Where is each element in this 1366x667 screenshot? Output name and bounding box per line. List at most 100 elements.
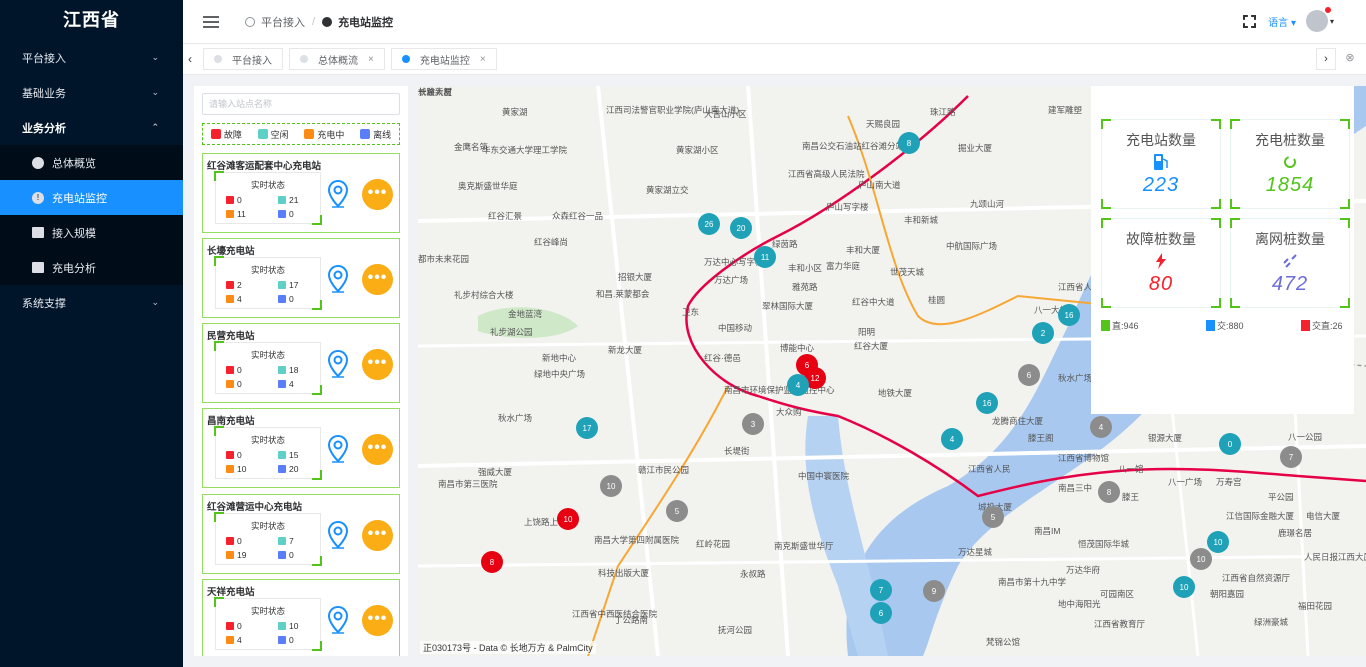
station-cluster[interactable]: 10	[1190, 548, 1212, 570]
map-label: 红谷大厦	[854, 341, 889, 351]
station-cluster[interactable]: 20	[730, 217, 752, 239]
menu-basic-business[interactable]: 基础业务 ⌄	[0, 75, 183, 110]
station-card[interactable]: 红谷滩营运中心充电站 实时状态 0 7 19 0 •••	[202, 494, 400, 574]
map-label: 华东交通大学理工学院	[482, 145, 568, 155]
charging-icon	[226, 465, 234, 473]
station-cluster[interactable]: 10	[1173, 576, 1195, 598]
station-card[interactable]: 天祥充电站 实时状态 0 10 4 0 •••	[202, 579, 400, 656]
station-cluster[interactable]: 10	[600, 475, 622, 497]
tabs-scroll-right-icon[interactable]: ›	[1316, 48, 1336, 70]
station-cluster[interactable]: 4	[787, 374, 809, 396]
hamburger-icon[interactable]	[203, 13, 219, 31]
station-cluster[interactable]: 5	[666, 500, 688, 522]
menu-station-monitor[interactable]: ! 充电站监控	[0, 180, 183, 215]
clock-icon	[245, 16, 255, 27]
charging-count: 4	[226, 635, 242, 645]
menu-platform-access[interactable]: 平台接入 ⌄	[0, 40, 183, 75]
station-cluster[interactable]: 9	[923, 580, 945, 602]
realtime-status-box: 实时状态 0 21 11 0	[214, 171, 322, 225]
charging-icon	[226, 636, 234, 644]
charging-value: 10	[237, 464, 247, 474]
map-label: 南昌市第三医院	[438, 479, 498, 489]
idle-count: 10	[278, 621, 298, 631]
menu-charging-analysis[interactable]: 充电分析	[0, 250, 183, 285]
station-cluster[interactable]: 16	[1058, 304, 1080, 326]
map-label: 大众购	[776, 407, 802, 417]
station-cluster[interactable]: 3	[742, 413, 764, 435]
station-card[interactable]: 民营充电站 实时状态 0 18 0 4 •••	[202, 323, 400, 403]
location-pin-icon[interactable]	[328, 265, 348, 293]
hourglass-icon	[278, 366, 286, 374]
header-tools: 语言 ▾ ▾	[1243, 7, 1334, 32]
station-search-input[interactable]: 请输入站点名称	[202, 93, 400, 115]
status-title: 实时状态	[250, 350, 285, 360]
fault-count: 0	[226, 365, 242, 375]
station-card[interactable]: 红谷滩客运配套中心充电站 实时状态 0 21 11 0 •••	[202, 153, 400, 233]
station-cluster[interactable]: 7	[1280, 446, 1302, 468]
more-button[interactable]: •••	[362, 434, 393, 465]
close-icon[interactable]: ×	[368, 54, 374, 65]
station-cluster[interactable]: 4	[941, 428, 963, 450]
more-button[interactable]: •••	[362, 179, 393, 210]
breadcrumb-current: 充电站监控	[338, 16, 394, 29]
map-label: 黄家湖立交	[646, 185, 689, 195]
map-label: 天赐良园	[866, 119, 901, 129]
station-cluster[interactable]: 8	[898, 132, 920, 154]
close-icon[interactable]: ×	[480, 54, 486, 65]
map-label: 地中海阳光	[1058, 599, 1101, 609]
station-cluster[interactable]: 6	[1018, 364, 1040, 386]
offline-count: 0	[278, 294, 294, 304]
map-label: 和昌.莱蒙都会	[596, 289, 650, 299]
tab-platform-access[interactable]: 平台接入	[203, 48, 283, 70]
breadcrumb-item[interactable]: 平台接入	[261, 14, 305, 30]
more-button[interactable]: •••	[362, 605, 393, 636]
offline-icon	[278, 465, 286, 473]
location-pin-icon[interactable]	[328, 606, 348, 634]
station-cluster[interactable]: 10	[1207, 531, 1229, 553]
caret-down-icon[interactable]: ▾	[1330, 17, 1334, 26]
location-pin-icon[interactable]	[328, 521, 348, 549]
chevron-up-icon: ⌃	[151, 122, 159, 132]
station-cluster[interactable]: 16	[976, 392, 998, 414]
menu-label: 接入规模	[52, 227, 96, 240]
stat-pile-count: 充电桩数量 1854	[1230, 119, 1350, 209]
menu-system-support[interactable]: 系统支撑 ⌄	[0, 285, 183, 320]
station-cluster[interactable]: 8	[1098, 481, 1120, 503]
acdc-icon	[1301, 320, 1310, 331]
menu-business-analysis[interactable]: 业务分析 ⌃	[0, 110, 183, 145]
station-cluster[interactable]: 6	[870, 602, 892, 624]
fault-value: 0	[237, 536, 242, 546]
fullscreen-icon[interactable]	[1243, 14, 1257, 28]
map-label: 新龙大厦	[608, 345, 643, 355]
station-card[interactable]: 昌南充电站 实时状态 0 15 10 20 •••	[202, 408, 400, 488]
tab-station-monitor[interactable]: 充电站监控 ×	[390, 48, 497, 70]
station-cluster[interactable]: 26	[698, 213, 720, 235]
more-button[interactable]: •••	[362, 349, 393, 380]
station-cluster[interactable]: 5	[982, 506, 1004, 528]
more-button[interactable]: •••	[362, 264, 393, 295]
location-pin-icon[interactable]	[328, 350, 348, 378]
map-label: 红谷中大道	[852, 297, 895, 307]
avatar[interactable]	[1305, 7, 1331, 32]
idle-count: 21	[278, 195, 298, 205]
menu-access-scale[interactable]: 接入规模	[0, 215, 183, 250]
station-cluster[interactable]: 0	[1219, 433, 1241, 455]
station-cluster[interactable]: 8	[481, 551, 503, 573]
menu-overview[interactable]: 总体概览	[0, 145, 183, 180]
station-card[interactable]: 长壕充电站 实时状态 2 17 4 0 •••	[202, 238, 400, 318]
location-pin-icon[interactable]	[328, 435, 348, 463]
station-cluster[interactable]: 4	[1090, 416, 1112, 438]
map-label: 丰和大厦	[846, 245, 881, 255]
location-pin-icon[interactable]	[328, 180, 348, 208]
language-select[interactable]: 语言 ▾	[1268, 14, 1296, 29]
more-button[interactable]: •••	[362, 520, 393, 551]
chevron-down-icon: ⌄	[151, 87, 159, 97]
tab-overview[interactable]: 总体概流 ×	[289, 48, 385, 70]
station-cluster[interactable]: 7	[870, 579, 892, 601]
station-cluster[interactable]: 11	[754, 246, 776, 268]
tabs-scroll-left-icon[interactable]: ‹	[183, 52, 197, 66]
station-cluster[interactable]: 2	[1032, 322, 1054, 344]
close-all-icon[interactable]: ⊗	[1340, 48, 1360, 70]
station-cluster[interactable]: 10	[557, 508, 579, 530]
station-cluster[interactable]: 17	[576, 417, 598, 439]
